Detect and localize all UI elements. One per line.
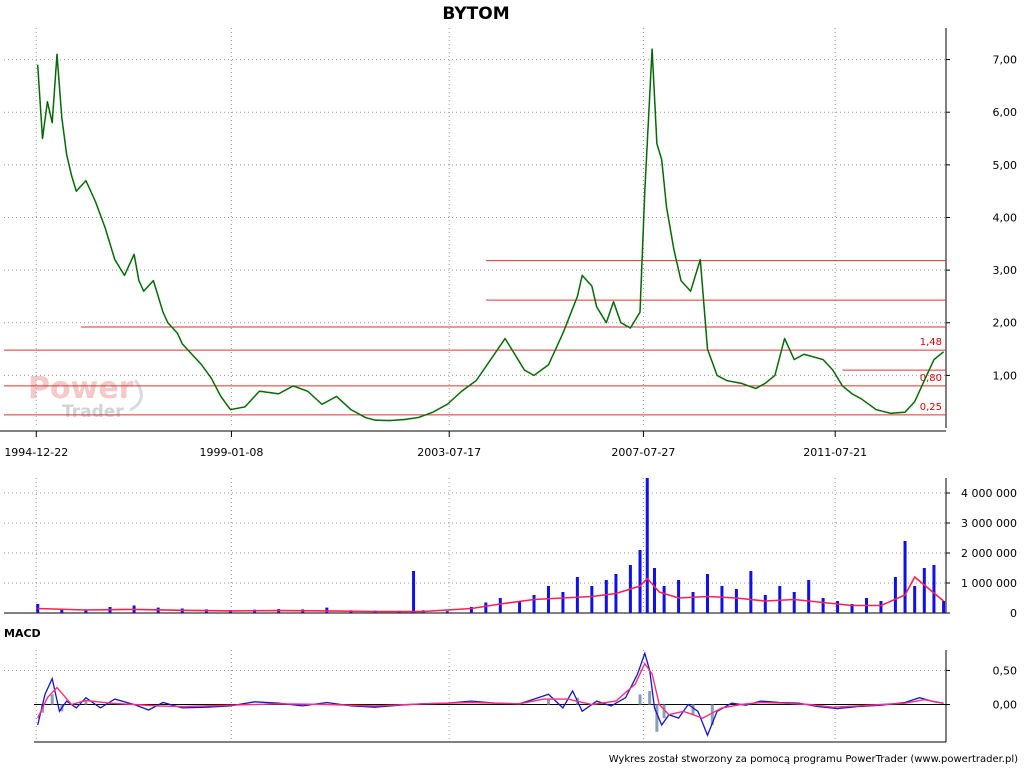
price-line-core	[37, 49, 944, 421]
price-panel: 7,00 6,00 5,00 4,00 3,00 2,00 1,00 1994-12-22 19…	[0, 28, 1017, 459]
volume-y-tick-label-2: 2 000 000	[961, 547, 1017, 560]
volume-y-tick-label-3: 1 000 000	[961, 577, 1017, 590]
price-y-tick-label-5: 2,00	[993, 317, 1018, 330]
volume-bar-41	[763, 595, 767, 613]
price-y-tick-label-6: 1,00	[993, 369, 1018, 382]
volume-bar-35	[677, 580, 681, 613]
volume-y-tick-label-1: 3 000 000	[961, 517, 1017, 530]
volume-y-tick-label-4: 0	[1010, 607, 1017, 620]
macd-signal-line	[37, 662, 944, 719]
volume-bar-39	[734, 589, 738, 613]
macd-panel: 0,50 0,00	[4, 650, 1018, 743]
macd-histogram-bar-6	[638, 694, 642, 705]
volume-bar-52	[913, 586, 917, 613]
price-line	[36, 48, 945, 422]
macd-histogram-bar-4	[546, 699, 550, 705]
macd-panel-title: MACD	[4, 627, 41, 640]
level-label-6: 0,25	[920, 402, 942, 413]
logo-text-power: Power	[28, 371, 134, 406]
volume-bar-34	[662, 586, 666, 613]
volume-bar-40	[749, 571, 753, 613]
volume-y-tick-label-0: 4 000 000	[961, 487, 1017, 500]
macd-line	[37, 651, 944, 737]
volume-bar-44	[807, 580, 811, 613]
volume-bar-54	[932, 565, 936, 613]
chart-title: BYTOM	[442, 4, 509, 24]
volume-bar-22	[518, 601, 522, 613]
price-y-tick-label-1: 6,00	[993, 106, 1018, 119]
volume-panel: 4 000 000 3 000 000 2 000 000 1 000 000 0	[4, 478, 1017, 620]
volume-bar-53	[922, 568, 926, 613]
logo-text-trader: Trader	[62, 402, 124, 422]
volume-bar-45	[821, 598, 825, 613]
stock-chart: BYTOM Power Trader 7,00 6,00 5,00 4,00 3,00 2…	[0, 4, 1018, 765]
volume-bar-18	[445, 611, 449, 613]
price-y-tick-label-2: 5,00	[993, 159, 1018, 172]
price-y-tick-label-4: 3,00	[993, 264, 1018, 277]
volume-bar-27	[590, 586, 594, 613]
price-x-tick-label-1: 1999-01-08	[199, 446, 263, 459]
volume-bar-26	[575, 577, 579, 613]
volume-bar-55	[942, 601, 946, 613]
volume-bar-33	[652, 568, 656, 613]
volume-bar-31	[638, 550, 642, 613]
price-x-tick-label-3: 2007-07-27	[611, 446, 675, 459]
volume-bar-21	[498, 598, 502, 613]
volume-bar-43	[792, 592, 796, 613]
volume-bar-38	[720, 586, 724, 613]
footer-credit: Wykres został stworzony za pomocą progra…	[609, 754, 1018, 765]
volume-bar-28	[604, 580, 608, 613]
macd-histogram-bar-7	[648, 690, 652, 705]
volume-bar-20	[484, 602, 488, 613]
volume-bar-36	[691, 592, 695, 613]
volume-bar-25	[561, 592, 565, 613]
volume-bar-51	[903, 541, 907, 613]
macd-y-tick-label-1: 0,00	[993, 699, 1018, 712]
price-x-tick-label-0: 1994-12-22	[4, 446, 68, 459]
level-label-3: 1,48	[920, 337, 942, 348]
macd-histogram-bar-10	[691, 704, 695, 715]
volume-bar-49	[879, 601, 883, 613]
price-y-tick-label-0: 7,00	[993, 54, 1018, 67]
price-x-tick-label-2: 2003-07-17	[417, 446, 481, 459]
macd-histogram-bar-8	[655, 704, 659, 732]
volume-bar-16	[412, 571, 416, 613]
volume-bar-37	[705, 574, 709, 613]
volume-bar-23	[532, 595, 536, 613]
price-x-tick-label-4: 2011-07-21	[803, 446, 867, 459]
price-y-tick-label-3: 4,00	[993, 211, 1018, 224]
volume-bar-46	[836, 601, 840, 613]
volume-bar-50	[893, 577, 897, 613]
volume-bar-32	[645, 478, 649, 613]
macd-histogram-bar-1	[50, 694, 54, 705]
macd-y-tick-label-0: 0,50	[993, 664, 1018, 677]
macd-histogram-bar-3	[84, 701, 88, 705]
